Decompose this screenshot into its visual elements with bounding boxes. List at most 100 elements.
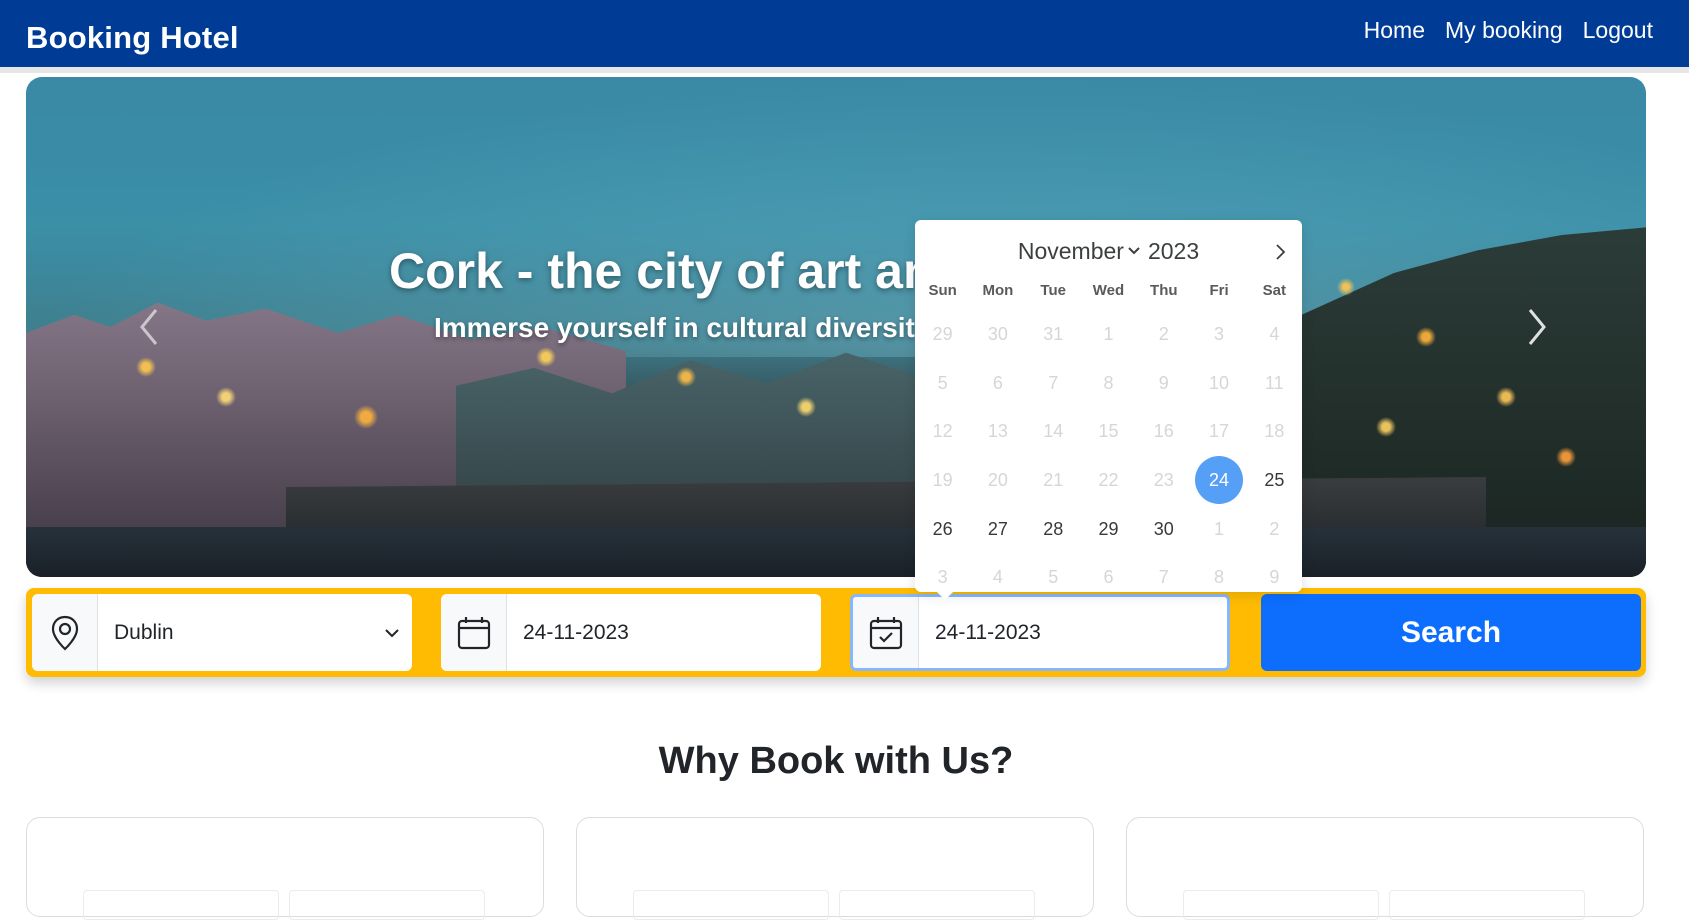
calendar-weekday: Mon — [982, 282, 1014, 299]
calendar-day[interactable]: 15 — [1081, 407, 1136, 456]
calendar-day-label: 8 — [1214, 567, 1225, 588]
calendar-day[interactable]: 19 — [915, 456, 970, 505]
card-image-placeholder — [1389, 890, 1585, 920]
checkout-date-field[interactable]: 24-11-2023 — [850, 594, 1230, 671]
calendar-day-label: 1 — [1214, 518, 1225, 539]
calendar-day[interactable]: 22 — [1081, 456, 1136, 505]
brand-logo[interactable]: Booking Hotel — [26, 20, 239, 56]
location-value: Dublin — [114, 620, 174, 644]
location-select[interactable]: Dublin — [32, 594, 412, 671]
calendar-day[interactable]: 31 — [1026, 310, 1081, 359]
calendar-month-select[interactable]: November — [1018, 238, 1140, 265]
calendar-day[interactable]: 17 — [1191, 407, 1246, 456]
calendar-day-label: 24 — [1195, 456, 1244, 505]
calendar-day[interactable]: 8 — [1081, 359, 1136, 408]
calendar-year-input[interactable]: 2023 — [1148, 238, 1199, 265]
calendar-weekday: Thu — [1150, 282, 1178, 299]
search-button[interactable]: Search — [1261, 594, 1641, 671]
hero-carousel: Cork - the city of art an Immerse yourse… — [26, 77, 1646, 577]
calendar-day-label: 18 — [1264, 421, 1285, 442]
calendar-day-label: 11 — [1265, 372, 1284, 393]
calendar-day[interactable]: 12 — [915, 407, 970, 456]
calendar-day[interactable]: 2 — [1136, 310, 1191, 359]
calendar-day[interactable]: 10 — [1191, 359, 1246, 408]
calendar-day[interactable]: 20 — [970, 456, 1025, 505]
calendar-day-label: 5 — [1048, 567, 1059, 588]
calendar-day-label: 19 — [932, 469, 953, 490]
feature-card — [26, 817, 544, 920]
chevron-down-icon — [372, 628, 412, 638]
calendar-day[interactable]: 8 — [1191, 553, 1246, 602]
calendar-day[interactable]: 5 — [1026, 553, 1081, 602]
calendar-day[interactable]: 30 — [970, 310, 1025, 359]
calendar-day[interactable]: 2 — [1247, 505, 1302, 554]
calendar-day-label: 2 — [1158, 323, 1169, 344]
date-picker-popup: November 2023 Sun Mon Tue Wed Thu Fri Sat 29 30… — [915, 220, 1302, 600]
checkin-date-field[interactable]: 24-11-2023 — [441, 594, 821, 671]
card-image-placeholder — [839, 890, 1035, 920]
calendar-day[interactable]: 25 — [1247, 456, 1302, 505]
calendar-weekday: Fri — [1209, 282, 1229, 299]
calendar-weekdays: Sun Mon Tue Wed Thu Fri Sat — [915, 282, 1302, 299]
calendar-day-label: 29 — [932, 323, 953, 344]
calendar-next-month-icon[interactable] — [1270, 242, 1290, 262]
why-book-heading: Why Book with Us? — [658, 740, 1014, 782]
card-image-placeholder — [289, 890, 485, 920]
calendar-day[interactable]: 18 — [1247, 407, 1302, 456]
calendar-day[interactable]: 23 — [1136, 456, 1191, 505]
calendar-day[interactable]: 5 — [915, 359, 970, 408]
calendar-day[interactable]: 4 — [970, 553, 1025, 602]
calendar-day[interactable]: 26 — [915, 505, 970, 554]
calendar-weekday: Sun — [928, 282, 957, 299]
calendar-day[interactable]: 21 — [1026, 456, 1081, 505]
calendar-day-label: 9 — [1158, 372, 1169, 393]
checkout-date-value: 24-11-2023 — [935, 620, 1041, 644]
calendar-day-label: 16 — [1153, 421, 1174, 442]
calendar-day-label: 1 — [1103, 323, 1114, 344]
calendar-day[interactable]: 29 — [1081, 505, 1136, 554]
calendar-day-label: 8 — [1103, 372, 1114, 393]
calendar-icon — [441, 594, 507, 671]
calendar-day[interactable]: 13 — [970, 407, 1025, 456]
carousel-prev-icon[interactable] — [130, 302, 170, 352]
location-pin-icon — [32, 594, 98, 671]
calendar-day[interactable]: 3 — [1191, 310, 1246, 359]
calendar-day[interactable]: 9 — [1247, 553, 1302, 602]
calendar-day-label: 2 — [1269, 518, 1280, 539]
calendar-day[interactable]: 7 — [1136, 553, 1191, 602]
calendar-day[interactable]: 29 — [915, 310, 970, 359]
calendar-day[interactable]: 27 — [970, 505, 1025, 554]
calendar-day[interactable]: 1 — [1081, 310, 1136, 359]
calendar-check-icon — [853, 597, 919, 668]
calendar-day[interactable]: 28 — [1026, 505, 1081, 554]
calendar-day[interactable]: 14 — [1026, 407, 1081, 456]
calendar-day-label: 3 — [937, 567, 948, 588]
calendar-days-grid: 29 30 31 1 2 3 4 5 6 7 8 9 10 11 12 13 14 15 16 17 18 19 20 21 2… — [915, 310, 1302, 602]
calendar-day-label: 26 — [932, 518, 953, 539]
calendar-day-label: 31 — [1043, 323, 1064, 344]
nav-link-my-booking[interactable]: My booking — [1445, 17, 1563, 44]
calendar-day[interactable]: 3 — [915, 553, 970, 602]
calendar-day[interactable]: 4 — [1247, 310, 1302, 359]
calendar-day[interactable]: 11 — [1247, 359, 1302, 408]
nav-link-home[interactable]: Home — [1364, 17, 1425, 44]
calendar-day[interactable]: 6 — [1081, 553, 1136, 602]
hero-caption-title: Cork - the city of art an — [389, 243, 934, 299]
calendar-day-label: 5 — [937, 372, 948, 393]
nav-link-logout[interactable]: Logout — [1583, 17, 1653, 44]
calendar-day[interactable]: 16 — [1136, 407, 1191, 456]
card-image-placeholder — [83, 890, 279, 920]
calendar-day[interactable]: 6 — [970, 359, 1025, 408]
carousel-next-icon[interactable] — [1516, 302, 1556, 352]
calendar-day[interactable]: 7 — [1026, 359, 1081, 408]
calendar-day-label: 27 — [987, 518, 1008, 539]
calendar-weekday: Sat — [1262, 282, 1287, 299]
calendar-day-label: 25 — [1264, 469, 1285, 490]
calendar-day[interactable]: 1 — [1191, 505, 1246, 554]
calendar-day-label: 7 — [1048, 372, 1059, 393]
calendar-day-label: 4 — [1269, 323, 1280, 344]
calendar-day[interactable]: 9 — [1136, 359, 1191, 408]
checkin-date-value: 24-11-2023 — [523, 620, 629, 644]
calendar-day-selected[interactable]: 24 — [1191, 456, 1246, 505]
calendar-day[interactable]: 30 — [1136, 505, 1191, 554]
